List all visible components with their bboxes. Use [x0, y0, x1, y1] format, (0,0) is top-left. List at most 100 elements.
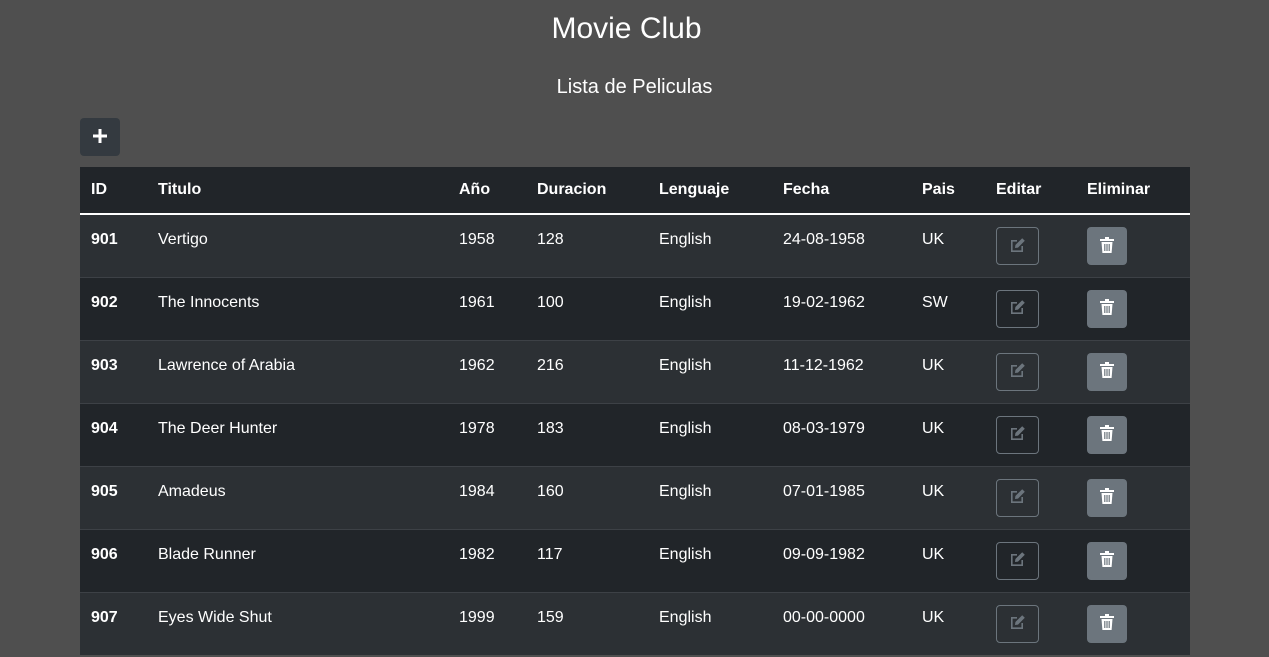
cell-year: 1978 — [448, 402, 526, 466]
column-header-id: ID — [80, 167, 147, 215]
trash-icon — [1100, 488, 1114, 507]
cell-year: 1958 — [448, 213, 526, 277]
table-row: 905 Amadeus 1984 160 English 07-01-1985 … — [80, 465, 1190, 529]
delete-button[interactable] — [1087, 604, 1127, 643]
trash-icon — [1100, 236, 1114, 256]
cell-id: 902 — [80, 276, 147, 340]
cell-date: 09-09-1982 — [772, 528, 911, 592]
trash-icon — [1100, 614, 1114, 633]
cell-country: UK — [911, 465, 985, 529]
table-row: 907 Eyes Wide Shut 1999 159 English 00-0… — [80, 591, 1190, 655]
cell-edit — [985, 591, 1076, 655]
cell-year: 1984 — [448, 465, 526, 529]
column-header-fecha: Fecha — [772, 167, 911, 215]
cell-edit — [985, 276, 1076, 340]
cell-edit — [985, 213, 1076, 277]
cell-language: English — [648, 591, 772, 655]
cell-year: 1962 — [448, 339, 526, 403]
edit-button[interactable] — [996, 227, 1039, 265]
table-row: 902 The Innocents 1961 100 English 19-02… — [80, 276, 1190, 340]
column-header-ano: Año — [448, 167, 526, 215]
cell-delete — [1076, 528, 1190, 592]
cell-edit — [985, 339, 1076, 403]
column-header-eliminar: Eliminar — [1076, 167, 1190, 215]
cell-language: English — [648, 276, 772, 340]
trash-icon — [1100, 362, 1114, 381]
edit-icon — [1009, 488, 1027, 507]
cell-duration: 183 — [526, 402, 648, 466]
movies-table: ID Titulo Año Duracion Lenguaje Fecha Pa… — [80, 167, 1190, 655]
cell-edit — [985, 528, 1076, 592]
cell-id: 904 — [80, 402, 147, 466]
delete-button[interactable] — [1087, 541, 1127, 580]
cell-edit — [985, 402, 1076, 466]
column-header-duracion: Duracion — [526, 167, 648, 215]
edit-icon — [1009, 237, 1027, 256]
cell-id: 906 — [80, 528, 147, 592]
cell-language: English — [648, 402, 772, 466]
table-row: 901 Vertigo 1958 128 English 24-08-1958 … — [80, 213, 1190, 277]
cell-date: 19-02-1962 — [772, 276, 911, 340]
cell-date: 00-00-0000 — [772, 591, 911, 655]
delete-button[interactable] — [1087, 227, 1127, 265]
column-header-pais: Pais — [911, 167, 985, 215]
cell-country: UK — [911, 213, 985, 277]
cell-id: 905 — [80, 465, 147, 529]
edit-button[interactable] — [996, 415, 1039, 454]
cell-delete — [1076, 465, 1190, 529]
delete-button[interactable] — [1087, 478, 1127, 517]
column-header-titulo: Titulo — [147, 167, 448, 215]
edit-icon — [1009, 551, 1027, 570]
edit-icon — [1009, 614, 1027, 633]
cell-title: Eyes Wide Shut — [147, 591, 448, 655]
cell-duration: 128 — [526, 213, 648, 277]
trash-icon — [1100, 299, 1114, 318]
edit-icon — [1009, 299, 1027, 318]
cell-country: UK — [911, 528, 985, 592]
delete-button[interactable] — [1087, 415, 1127, 454]
trash-icon — [1100, 551, 1114, 570]
cell-title: The Deer Hunter — [147, 402, 448, 466]
cell-delete — [1076, 339, 1190, 403]
cell-duration: 216 — [526, 339, 648, 403]
edit-button[interactable] — [996, 478, 1039, 517]
delete-button[interactable] — [1087, 352, 1127, 391]
add-movie-button[interactable] — [80, 118, 120, 156]
cell-date: 11-12-1962 — [772, 339, 911, 403]
cell-title: Blade Runner — [147, 528, 448, 592]
cell-delete — [1076, 276, 1190, 340]
column-header-editar: Editar — [985, 167, 1076, 215]
edit-button[interactable] — [996, 352, 1039, 391]
cell-title: Vertigo — [147, 213, 448, 277]
cell-id: 903 — [80, 339, 147, 403]
table-header-row: ID Titulo Año Duracion Lenguaje Fecha Pa… — [80, 167, 1190, 215]
cell-delete — [1076, 402, 1190, 466]
cell-year: 1999 — [448, 591, 526, 655]
edit-icon — [1009, 362, 1027, 381]
page-subtitle: Lista de Peliculas — [556, 76, 713, 98]
cell-date: 07-01-1985 — [772, 465, 911, 529]
plus-icon — [93, 128, 107, 146]
cell-country: UK — [911, 591, 985, 655]
cell-delete — [1076, 213, 1190, 277]
cell-language: English — [648, 213, 772, 277]
cell-title: The Innocents — [147, 276, 448, 340]
cell-title: Lawrence of Arabia — [147, 339, 448, 403]
cell-delete — [1076, 591, 1190, 655]
cell-title: Amadeus — [147, 465, 448, 529]
edit-button[interactable] — [996, 541, 1039, 580]
cell-duration: 117 — [526, 528, 648, 592]
cell-date: 24-08-1958 — [772, 213, 911, 277]
table-row: 906 Blade Runner 1982 117 English 09-09-… — [80, 528, 1190, 592]
cell-country: UK — [911, 339, 985, 403]
cell-id: 901 — [80, 213, 147, 277]
delete-button[interactable] — [1087, 289, 1127, 328]
edit-button[interactable] — [996, 289, 1039, 328]
cell-edit — [985, 465, 1076, 529]
table-row: 904 The Deer Hunter 1978 183 English 08-… — [80, 402, 1190, 466]
edit-button[interactable] — [996, 604, 1039, 643]
column-header-lenguaje: Lenguaje — [648, 167, 772, 215]
trash-icon — [1100, 425, 1114, 444]
app-title: Movie Club — [551, 12, 702, 45]
table-row: 903 Lawrence of Arabia 1962 216 English … — [80, 339, 1190, 403]
